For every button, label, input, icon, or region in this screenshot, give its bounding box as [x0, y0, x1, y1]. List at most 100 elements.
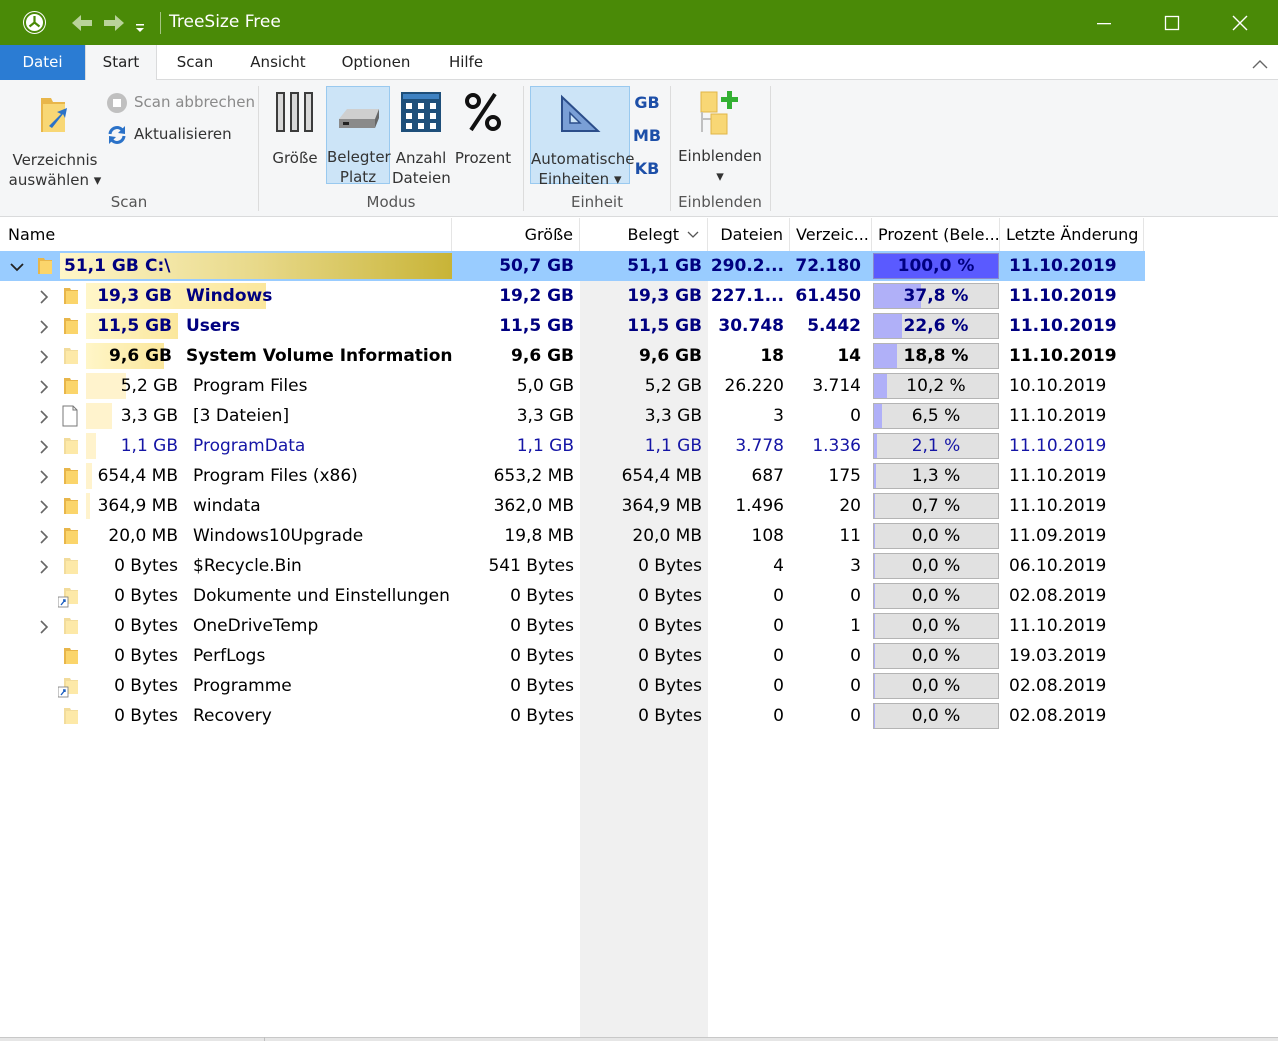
- table-row[interactable]: 3,3 GB [3 Dateien] 3,3 GB 3,3 GB 3 0 6,5…: [0, 401, 1145, 431]
- percent-bar: 18,8 %: [873, 343, 999, 369]
- table-row[interactable]: 0 Bytes PerfLogs 0 Bytes 0 Bytes 0 0 0,0…: [0, 641, 1145, 671]
- refresh-button[interactable]: Aktualisieren: [106, 123, 256, 145]
- row-percent: 0,0 %: [911, 646, 961, 666]
- quick-access-dropdown-icon[interactable]: [134, 18, 146, 37]
- show-button[interactable]: Einblenden ▾: [676, 86, 764, 186]
- row-size-label: 0 Bytes: [114, 706, 178, 726]
- group-separator: [770, 86, 771, 211]
- table-row[interactable]: 364,9 MB windata 362,0 MB 364,9 MB 1.496…: [0, 491, 1145, 521]
- row-modified: 11.10.2019: [1009, 616, 1107, 636]
- refresh-label: Aktualisieren: [134, 125, 232, 143]
- sort-descending-chevron-icon: [687, 218, 699, 251]
- collapsed-chevron-icon[interactable]: [37, 439, 51, 458]
- maximize-button[interactable]: [1138, 0, 1206, 45]
- percent-bar: 0,0 %: [873, 553, 999, 579]
- collapsed-chevron-icon[interactable]: [37, 409, 51, 428]
- row-percent: 0,0 %: [911, 586, 961, 606]
- row-percent: 0,0 %: [911, 556, 961, 576]
- row-files: 0: [773, 586, 784, 606]
- column-header-percent[interactable]: Prozent (Bele...: [872, 218, 1000, 251]
- row-files: 1.496: [735, 496, 784, 516]
- forward-arrow-icon[interactable]: [102, 13, 126, 37]
- tab-optionen[interactable]: Optionen: [330, 45, 422, 80]
- row-occupied: 19,3 GB: [627, 286, 702, 306]
- row-size: 11,5 GB: [499, 316, 574, 336]
- row-occupied: 11,5 GB: [627, 316, 702, 336]
- row-modified: 02.08.2019: [1009, 586, 1107, 606]
- folder-icon: [64, 436, 78, 460]
- collapsed-chevron-icon[interactable]: [37, 469, 51, 488]
- row-files: 18: [760, 346, 784, 366]
- tab-scan[interactable]: Scan: [160, 45, 230, 80]
- table-row[interactable]: 0 Bytes Recovery 0 Bytes 0 Bytes 0 0 0,0…: [0, 701, 1145, 731]
- automatic-units-button[interactable]: Automatische Einheiten ▾: [530, 86, 634, 188]
- column-header-files[interactable]: Dateien: [708, 218, 790, 251]
- collapsed-chevron-icon[interactable]: [37, 559, 51, 578]
- row-files: 0: [773, 646, 784, 666]
- row-name: [3 Dateien]: [193, 406, 290, 426]
- back-arrow-icon[interactable]: [70, 13, 94, 37]
- tab-ansicht[interactable]: Ansicht: [238, 45, 318, 80]
- row-directories: 0: [850, 646, 861, 666]
- collapsed-chevron-icon[interactable]: [37, 349, 51, 368]
- tab-hilfe[interactable]: Hilfe: [435, 45, 497, 80]
- mode-occupied-space-button[interactable]: Belegter Platz: [326, 86, 391, 186]
- collapsed-chevron-icon[interactable]: [37, 379, 51, 398]
- group-label-show: Einblenden: [678, 193, 762, 211]
- select-directory-button[interactable]: Verzeichnis auswählen ▾: [8, 88, 102, 189]
- table-row[interactable]: 5,2 GB Program Files 5,0 GB 5,2 GB 26.22…: [0, 371, 1145, 401]
- tab-datei[interactable]: Datei: [0, 45, 85, 80]
- unit-mb-button[interactable]: MB: [632, 122, 662, 150]
- table-row[interactable]: 0 Bytes OneDriveTemp 0 Bytes 0 Bytes 0 1…: [0, 611, 1145, 641]
- scan-abort-button[interactable]: Scan abbrechen: [106, 91, 256, 113]
- table-row[interactable]: 0 Bytes $Recycle.Bin 541 Bytes 0 Bytes 4…: [0, 551, 1145, 581]
- table-row[interactable]: 654,4 MB Program Files (x86) 653,2 MB 65…: [0, 461, 1145, 491]
- collapse-ribbon-chevron-icon[interactable]: [1252, 55, 1268, 74]
- minimize-button[interactable]: [1070, 0, 1138, 45]
- table-row[interactable]: 19,3 GB Windows 19,2 GB 19,3 GB 227.1...…: [0, 281, 1145, 311]
- collapsed-chevron-icon[interactable]: [37, 499, 51, 518]
- table-row[interactable]: 0 Bytes Dokumente und Einstellungen 0 By…: [0, 581, 1145, 611]
- column-header-name[interactable]: Name: [0, 218, 452, 251]
- row-occupied: 9,6 GB: [639, 346, 702, 366]
- select-directory-label-1: Verzeichnis: [12, 151, 98, 169]
- table-row[interactable]: 1,1 GB ProgramData 1,1 GB 1,1 GB 3.778 1…: [0, 431, 1145, 461]
- unit-gb-button[interactable]: GB: [632, 89, 662, 117]
- unit-kb-button[interactable]: KB: [632, 155, 662, 183]
- row-size: 0 Bytes: [510, 676, 574, 696]
- horizontal-scrollbar[interactable]: [0, 1037, 1278, 1041]
- folder-icon: [64, 316, 78, 340]
- close-button[interactable]: [1206, 0, 1274, 45]
- collapsed-chevron-icon[interactable]: [37, 319, 51, 338]
- folder-shortcut-icon: [57, 586, 78, 612]
- column-header: Name Größe Belegt Dateien Verzeic... Pro…: [0, 218, 1278, 251]
- window-title: TreeSize Free: [169, 12, 281, 32]
- collapsed-chevron-icon[interactable]: [37, 289, 51, 308]
- row-size: 0 Bytes: [510, 616, 574, 636]
- column-header-directories[interactable]: Verzeic...: [790, 218, 872, 251]
- row-modified: 10.10.2019: [1009, 376, 1107, 396]
- mode-size-button[interactable]: Größe: [266, 86, 324, 184]
- row-modified: 02.08.2019: [1009, 676, 1107, 696]
- mode-percent-button[interactable]: Prozent: [452, 86, 514, 184]
- mode-file-count-button[interactable]: Anzahl Dateien: [392, 86, 451, 187]
- table-row[interactable]: 20,0 MB Windows10Upgrade 19,8 MB 20,0 MB…: [0, 521, 1145, 551]
- column-header-size[interactable]: Größe: [452, 218, 580, 251]
- row-modified: 11.10.2019: [1009, 466, 1107, 486]
- row-occupied: 1,1 GB: [644, 436, 702, 456]
- treesize-logo-icon[interactable]: [23, 11, 46, 34]
- table-row[interactable]: 0 Bytes Programme 0 Bytes 0 Bytes 0 0 0,…: [0, 671, 1145, 701]
- percent-bar: 0,0 %: [873, 583, 999, 609]
- row-name: Windows: [186, 286, 273, 306]
- group-label-mode: Modus: [366, 193, 416, 211]
- row-name: Program Files: [193, 376, 308, 396]
- table-row[interactable]: 9,6 GB System Volume Information 9,6 GB …: [0, 341, 1145, 371]
- collapsed-chevron-icon[interactable]: [37, 619, 51, 638]
- table-row-root[interactable]: 51,1 GB C:\ 50,7 GB 51,1 GB 290.2... 72.…: [0, 251, 1145, 281]
- expanded-chevron-icon[interactable]: [10, 259, 24, 278]
- table-row[interactable]: 11,5 GB Users 11,5 GB 11,5 GB 30.748 5.4…: [0, 311, 1145, 341]
- column-header-modified[interactable]: Letzte Änderung: [1000, 218, 1144, 251]
- tab-start[interactable]: Start: [85, 45, 157, 81]
- collapsed-chevron-icon[interactable]: [37, 529, 51, 548]
- column-header-occupied[interactable]: Belegt: [580, 218, 708, 251]
